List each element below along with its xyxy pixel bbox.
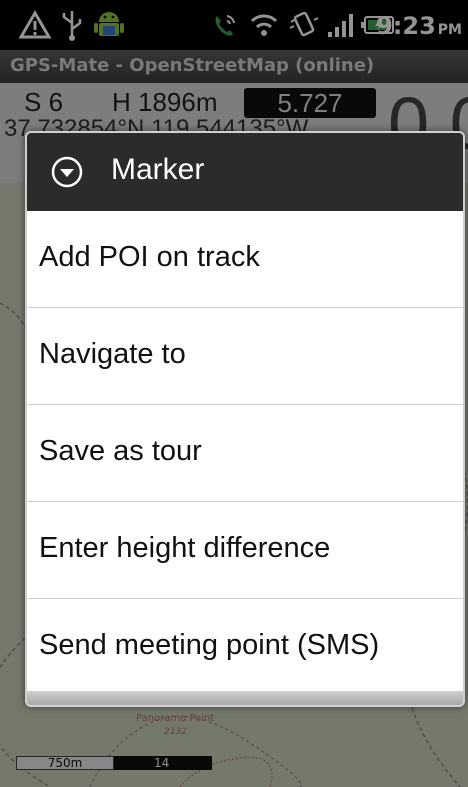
menu-item-save-as-tour[interactable]: Save as tour	[27, 405, 463, 502]
dialog-title: Marker	[111, 153, 205, 186]
menu-item-add-poi-on-track[interactable]: Add POI on track	[27, 211, 463, 308]
menu-item-send-meeting-point[interactable]: Send meeting point (SMS)	[27, 599, 463, 696]
marker-dialog: Marker Add POI on track Navigate to Save…	[25, 131, 465, 707]
dialog-menu: Add POI on track Navigate to Save as tou…	[27, 211, 463, 696]
menu-item-label: Add POI on track	[39, 241, 260, 273]
menu-item-label: Navigate to	[39, 338, 186, 370]
menu-item-enter-height-difference[interactable]: Enter height difference	[27, 502, 463, 599]
menu-item-label: Send meeting point (SMS)	[39, 629, 380, 661]
menu-item-label: Save as tour	[39, 435, 202, 467]
chevron-down-circle-icon	[51, 156, 83, 188]
menu-item-label: Enter height difference	[39, 532, 331, 564]
dialog-header: Marker	[27, 133, 463, 211]
menu-item-navigate-to[interactable]: Navigate to	[27, 308, 463, 405]
dialog-footer	[27, 691, 463, 705]
